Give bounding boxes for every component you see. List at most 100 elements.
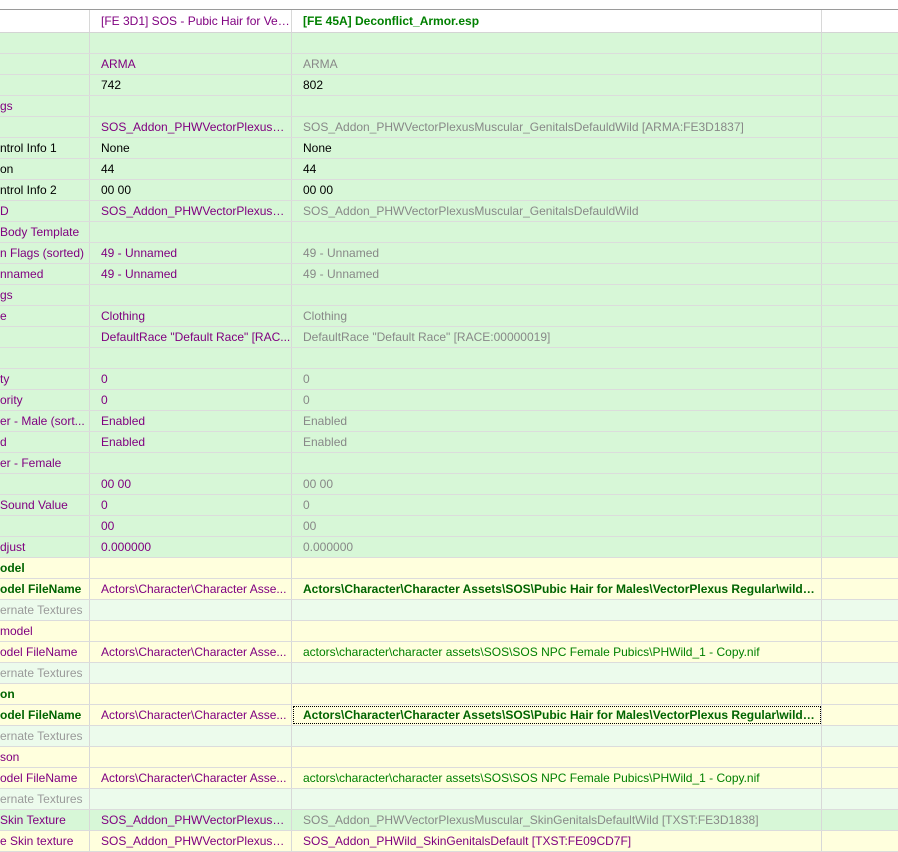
row-value-plugin-1[interactable] <box>90 348 292 368</box>
row-value-plugin-1[interactable]: 742 <box>90 75 292 95</box>
row-label[interactable]: odel FileName <box>0 705 90 725</box>
row-value-plugin-1[interactable]: Clothing <box>90 306 292 326</box>
row-value-plugin-2[interactable]: None <box>292 138 822 158</box>
row-value-plugin-2[interactable] <box>292 726 822 746</box>
row-value-plugin-1[interactable]: SOS_Addon_PHWVectorPlexusM... <box>90 831 292 851</box>
row-value-plugin-1[interactable]: 49 - Unnamed <box>90 243 292 263</box>
row-value-plugin-1[interactable]: 0 <box>90 495 292 515</box>
record-row[interactable]: Body Template <box>0 222 898 243</box>
row-value-plugin-1[interactable]: SOS_Addon_PHWVectorPlexusM... <box>90 201 292 221</box>
row-value-plugin-1[interactable] <box>90 663 292 683</box>
row-label[interactable]: Skin Texture <box>0 810 90 830</box>
row-value-plugin-2[interactable]: Actors\Character\Character Assets\SOS\Pu… <box>292 579 822 599</box>
row-value-plugin-1[interactable] <box>90 684 292 704</box>
row-value-plugin-1[interactable] <box>90 558 292 578</box>
record-row[interactable]: odel FileName Actors\Character\Character … <box>0 579 898 600</box>
record-row[interactable]: DefaultRace "Default Race" [RAC... Defaul… <box>0 327 898 348</box>
row-value-plugin-1[interactable] <box>90 726 292 746</box>
record-row[interactable]: nnamed 49 - Unnamed 49 - Unnamed <box>0 264 898 285</box>
row-value-plugin-2[interactable] <box>292 747 822 767</box>
record-row[interactable]: ernate Textures <box>0 663 898 684</box>
record-row[interactable] <box>0 348 898 369</box>
record-row[interactable]: on 44 44 <box>0 159 898 180</box>
row-value-plugin-1[interactable]: SOS_Addon_PHWVectorPlexusM... <box>90 117 292 137</box>
row-label[interactable]: e Skin texture <box>0 831 90 851</box>
record-row[interactable]: gs <box>0 285 898 306</box>
record-row[interactable]: ntrol Info 2 00 00 00 00 <box>0 180 898 201</box>
row-value-plugin-2[interactable] <box>292 663 822 683</box>
record-row[interactable]: son <box>0 747 898 768</box>
record-row[interactable]: ARMA ARMA <box>0 54 898 75</box>
row-value-plugin-2[interactable]: 49 - Unnamed <box>292 264 822 284</box>
row-value-plugin-1[interactable] <box>90 600 292 620</box>
row-label[interactable]: odel <box>0 558 90 578</box>
row-label[interactable] <box>0 516 90 536</box>
column-header-plugin-2[interactable]: [FE 45A] Deconflict_Armor.esp <box>292 10 822 32</box>
row-value-plugin-1[interactable] <box>90 96 292 116</box>
row-value-plugin-2[interactable]: Clothing <box>292 306 822 326</box>
row-value-plugin-2[interactable]: 49 - Unnamed <box>292 243 822 263</box>
record-row[interactable]: n Flags (sorted) 49 - Unnamed 49 - Unnamed <box>0 243 898 264</box>
row-value-plugin-2[interactable]: 0 <box>292 369 822 389</box>
row-value-plugin-1[interactable] <box>90 285 292 305</box>
row-label[interactable] <box>0 348 90 368</box>
row-value-plugin-2[interactable]: 0 <box>292 495 822 515</box>
row-label[interactable] <box>0 327 90 347</box>
row-value-plugin-1[interactable]: Actors\Character\Character Asse... <box>90 579 292 599</box>
record-row[interactable]: ernate Textures <box>0 789 898 810</box>
record-row[interactable]: d Enabled Enabled <box>0 432 898 453</box>
row-label[interactable] <box>0 54 90 74</box>
row-label[interactable]: on <box>0 684 90 704</box>
row-value-plugin-2[interactable]: 802 <box>292 75 822 95</box>
record-row[interactable]: 00 00 <box>0 516 898 537</box>
record-row[interactable]: 00 00 00 00 <box>0 474 898 495</box>
row-value-plugin-1[interactable]: ARMA <box>90 54 292 74</box>
row-value-plugin-1[interactable] <box>90 789 292 809</box>
row-value-plugin-2[interactable] <box>292 789 822 809</box>
row-label[interactable] <box>0 117 90 137</box>
row-value-plugin-2[interactable]: 0 <box>292 390 822 410</box>
record-row[interactable]: model <box>0 621 898 642</box>
record-row[interactable]: er - Female <box>0 453 898 474</box>
record-row[interactable]: e Skin texture SOS_Addon_PHWVectorPlexusM… <box>0 831 898 852</box>
row-value-plugin-2[interactable] <box>292 621 822 641</box>
row-label[interactable]: n Flags (sorted) <box>0 243 90 263</box>
row-value-plugin-2[interactable] <box>292 684 822 704</box>
row-label[interactable]: ernate Textures <box>0 663 90 683</box>
row-value-plugin-1[interactable]: SOS_Addon_PHWVectorPlexusM... <box>90 810 292 830</box>
row-label[interactable] <box>0 33 90 53</box>
row-value-plugin-1[interactable] <box>90 747 292 767</box>
row-value-plugin-2[interactable]: Enabled <box>292 411 822 431</box>
record-row[interactable]: gs <box>0 96 898 117</box>
row-value-plugin-2[interactable] <box>292 285 822 305</box>
record-row[interactable]: ernate Textures <box>0 600 898 621</box>
row-label[interactable]: d <box>0 432 90 452</box>
record-row[interactable]: D SOS_Addon_PHWVectorPlexusM... SOS_Addon_… <box>0 201 898 222</box>
row-value-plugin-2[interactable]: SOS_Addon_PHWVectorPlexusMuscular_Genita… <box>292 201 822 221</box>
row-value-plugin-1[interactable]: 00 00 <box>90 474 292 494</box>
row-value-plugin-2[interactable] <box>292 33 822 53</box>
record-row[interactable]: SOS_Addon_PHWVectorPlexusM... SOS_Addon_P… <box>0 117 898 138</box>
row-value-plugin-2[interactable] <box>292 222 822 242</box>
row-value-plugin-1[interactable]: Actors\Character\Character Asse... <box>90 642 292 662</box>
record-row[interactable]: ntrol Info 1 None None <box>0 138 898 159</box>
row-value-plugin-2[interactable] <box>292 600 822 620</box>
row-value-plugin-2[interactable]: 00 <box>292 516 822 536</box>
row-value-plugin-2[interactable] <box>292 96 822 116</box>
row-value-plugin-2[interactable] <box>292 558 822 578</box>
record-row[interactable]: ty 0 0 <box>0 369 898 390</box>
row-label[interactable]: Body Template <box>0 222 90 242</box>
row-value-plugin-1[interactable]: 44 <box>90 159 292 179</box>
record-row[interactable]: odel <box>0 558 898 579</box>
row-value-plugin-1[interactable] <box>90 33 292 53</box>
column-header-plugin-1[interactable]: [FE 3D1] SOS - Pubic Hair for Vect... <box>90 10 292 32</box>
row-label[interactable]: ernate Textures <box>0 789 90 809</box>
record-row[interactable]: odel FileName Actors\Character\Character … <box>0 705 898 726</box>
row-label[interactable]: ernate Textures <box>0 726 90 746</box>
row-value-plugin-2[interactable]: Actors\Character\Character Assets\SOS\Pu… <box>292 705 822 725</box>
row-value-plugin-2[interactable]: DefaultRace "Default Race" [RACE:0000001… <box>292 327 822 347</box>
row-label[interactable]: on <box>0 159 90 179</box>
row-value-plugin-2[interactable]: 00 00 <box>292 474 822 494</box>
row-label[interactable]: D <box>0 201 90 221</box>
record-row[interactable]: 742 802 <box>0 75 898 96</box>
